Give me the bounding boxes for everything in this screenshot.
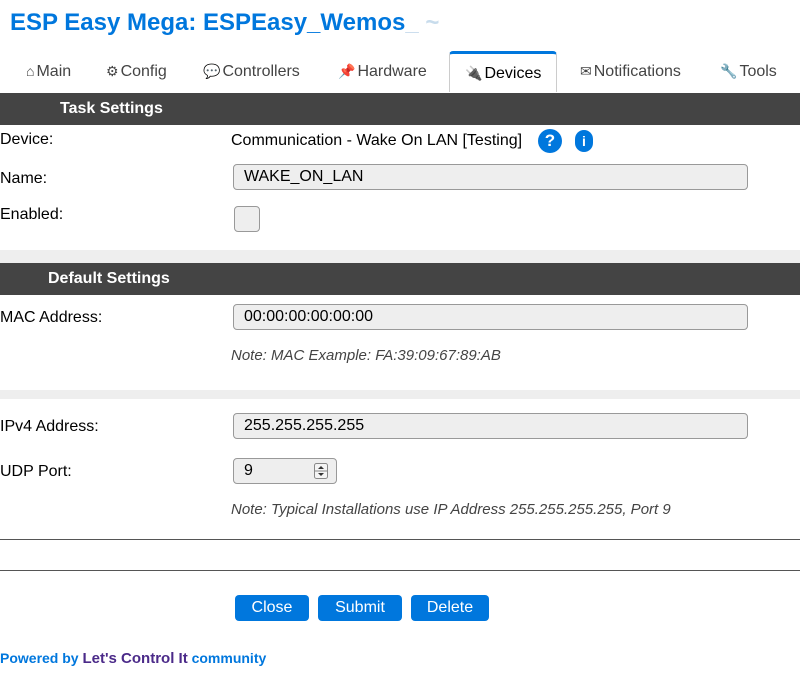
delete-button[interactable]: Delete [411,595,489,621]
tab-tools[interactable]: 🔧 Tools [720,54,777,88]
ipv4-address-input[interactable] [233,413,748,439]
enabled-checkbox[interactable] [234,206,260,232]
tab-main[interactable]: ⌂ Main [26,54,71,88]
chat-icon: 💬 [203,63,221,79]
page-title-text: ESP Easy Mega: ESPEasy_Wemos [10,9,406,36]
page-title-faded: _ ~ [405,9,440,36]
mac-address-input[interactable] [233,304,748,330]
default-settings-heading: Default Settings [48,270,170,287]
tab-config-label: Config [120,63,167,80]
default-settings-header: Default Settings [0,263,800,295]
home-icon: ⌂ [26,63,35,79]
plug-icon: 🔌 [465,65,483,81]
tab-notifications[interactable]: ✉ Notifications [580,54,681,88]
section-divider [0,390,800,399]
info-icon[interactable]: i [575,130,593,152]
tab-hardware-label: Hardware [357,63,427,80]
task-settings-header: Task Settings [0,93,800,125]
port-note: Note: Typical Installations use IP Addre… [231,501,671,518]
tab-controllers-label: Controllers [222,63,300,80]
footer-suffix: community [187,650,267,666]
udp-port-label: UDP Port: [0,463,72,480]
device-value: Communication - Wake On LAN [Testing] [231,132,523,149]
number-spinner-icon[interactable] [314,463,328,479]
divider-line [0,539,800,540]
footer-prefix: Powered by [0,650,83,666]
page-title: ESP Easy Mega: ESPEasy_Wemos_ ~ [10,9,439,37]
tab-devices-label: Devices [484,65,542,82]
footer: Powered by Let's Control It community [0,650,266,667]
footer-brand-link[interactable]: Let's Control It [82,650,187,667]
help-icon[interactable]: ? [538,129,562,153]
wrench-icon: 🔧 [720,63,738,79]
enabled-label: Enabled: [0,206,64,223]
task-settings-heading: Task Settings [60,100,163,117]
tab-devices[interactable]: 🔌 Devices [449,51,558,92]
device-label: Device: [0,131,54,148]
gear-icon: ⚙ [106,63,119,79]
submit-button[interactable]: Submit [318,595,402,621]
pin-icon: 📌 [338,63,356,79]
mac-address-label: MAC Address: [0,309,103,326]
tab-hardware[interactable]: 📌 Hardware [338,54,427,88]
tab-main-label: Main [36,63,72,80]
close-button[interactable]: Close [235,595,309,621]
tab-bar: ⌂ Main ⚙ Config 💬 Controllers 📌 Hardware 🔌 De… [0,48,800,92]
tab-notifications-label: Notifications [593,63,681,80]
mac-note: Note: MAC Example: FA:39:09:67:89:AB [231,347,501,364]
envelope-icon: ✉ [580,63,592,79]
divider-line [0,570,800,571]
section-divider [0,250,800,263]
name-label: Name: [0,170,48,187]
name-input[interactable] [233,164,748,190]
tab-config[interactable]: ⚙ Config [106,54,167,88]
tab-controllers[interactable]: 💬 Controllers [203,54,300,88]
ipv4-address-label: IPv4 Address: [0,418,99,435]
tab-tools-label: Tools [739,63,777,80]
